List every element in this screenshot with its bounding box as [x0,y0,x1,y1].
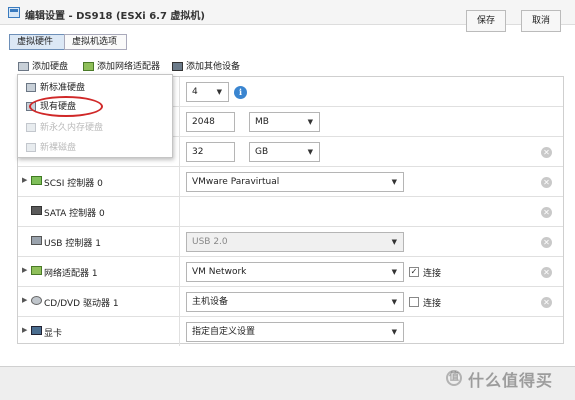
tab-vm-options[interactable]: 虚拟机选项 [64,34,127,50]
menu-item-new-standard-disk[interactable]: 新标准硬盘 [26,81,85,95]
watermark-logo-char: 值 [449,372,459,383]
menu-item-label: 新裸磁盘 [40,143,77,153]
remove-sata-icon[interactable]: ✕ [541,207,552,218]
expand-caret-icon[interactable]: ▶ [22,296,27,304]
usb-controller-row: USB 控制器 1 USB 2.0 ▼ ✕ [18,227,563,257]
network-adapter-icon [31,266,42,275]
vm-settings-icon [8,7,20,18]
cdrom-connect-checkbox[interactable] [409,297,419,307]
network-adapter-row: ▶ 网络适配器 1 VM Network ▼ ✓ 连接 ✕ [18,257,563,287]
memory-unit-select[interactable]: MB ▼ [249,112,320,132]
cancel-button[interactable]: 取消 [521,10,561,32]
video-card-row: ▶ 显卡 指定自定义设置 ▼ [18,317,563,347]
memory-size-input[interactable]: 2048 [186,112,235,132]
scsi-controller-icon [31,176,42,185]
expand-caret-icon[interactable]: ▶ [22,326,27,334]
cdrom-label: CD/DVD 驱动器 1 [44,299,119,309]
menu-item-label: 新永久内存硬盘 [40,123,104,133]
cdrom-connect-label: 连接 [423,299,442,309]
add-disk-button[interactable]: 添加硬盘 [18,60,68,74]
chevron-down-icon: ▼ [391,238,397,246]
remove-network-icon[interactable]: ✕ [541,267,552,278]
tab-virtual-hardware[interactable]: 虚拟硬件 [9,34,65,50]
watermark-logo-icon: 值 [446,370,462,386]
hard-disk-icon [26,83,36,92]
memory-unit-value: MB [255,117,269,127]
network-adapter-label: 网络适配器 1 [44,269,98,279]
network-value: VM Network [192,267,247,277]
chevron-down-icon: ▼ [307,148,313,156]
usb-controller-label: USB 控制器 1 [44,239,101,249]
window-title: 编辑设置 - DS918 (ESXi 6.7 虚拟机) [25,11,205,22]
video-settings-value: 指定自定义设置 [192,327,256,337]
usb-type-value: USB 2.0 [192,237,228,247]
cpu-count-value: 4 [192,87,198,97]
remove-scsi-icon[interactable]: ✕ [541,177,552,188]
hard-disk-icon [26,143,36,152]
video-card-label: 显卡 [44,329,63,339]
expand-caret-icon[interactable]: ▶ [22,176,27,184]
chevron-down-icon: ▼ [307,118,313,126]
cdrom-source-select[interactable]: 主机设备 ▼ [186,292,404,312]
add-network-adapter-button[interactable]: 添加网络适配器 [83,60,160,74]
network-adapter-icon [83,62,94,71]
disk-unit-select[interactable]: GB ▼ [249,142,320,162]
remove-disk-icon[interactable]: ✕ [541,147,552,158]
cdrom-source-value: 主机设备 [192,297,229,307]
save-button[interactable]: 保存 [466,10,506,32]
hard-disk-icon [18,62,29,71]
cd-dvd-icon [31,296,42,305]
add-disk-dropdown: 新标准硬盘 现有硬盘 新永久内存硬盘 新裸磁盘 [17,74,173,158]
cdrom-row: ▶ CD/DVD 驱动器 1 主机设备 ▼ 连接 ✕ [18,287,563,317]
scsi-controller-row: ▶ SCSI 控制器 0 VMware Paravirtual ▼ ✕ [18,167,563,197]
info-icon[interactable]: i [234,86,247,99]
sata-controller-icon [31,206,42,215]
sata-controller-label: SATA 控制器 0 [44,209,105,219]
menu-item-label: 新标准硬盘 [40,83,86,93]
sata-controller-row: SATA 控制器 0 ✕ [18,197,563,227]
disk-unit-value: GB [255,147,269,157]
chevron-down-icon: ▼ [391,298,397,306]
scsi-controller-label: SCSI 控制器 0 [44,179,103,189]
remove-cdrom-icon[interactable]: ✕ [541,297,552,308]
chevron-down-icon: ▼ [391,268,397,276]
menu-item-new-raw-disk: 新裸磁盘 [26,141,76,155]
chevron-down-icon: ▼ [391,328,397,336]
add-disk-label: 添加硬盘 [32,62,69,72]
remove-usb-icon[interactable]: ✕ [541,237,552,248]
expand-caret-icon[interactable]: ▶ [22,266,27,274]
watermark-text: 什么值得买 [468,371,554,390]
hard-disk-icon [26,123,36,132]
add-other-label: 添加其他设备 [186,62,241,72]
video-settings-select[interactable]: 指定自定义设置 ▼ [186,322,404,342]
usb-icon [31,236,42,245]
highlight-annotation-circle [29,96,103,117]
disk-size-input[interactable]: 32 [186,142,235,162]
monitor-icon [31,326,42,335]
add-other-device-button[interactable]: 添加其他设备 [172,60,240,74]
network-connect-checkbox[interactable]: ✓ [409,267,419,277]
device-icon [172,62,183,71]
scsi-type-value: VMware Paravirtual [192,177,280,187]
scsi-type-select[interactable]: VMware Paravirtual ▼ [186,172,404,192]
cpu-count-select[interactable]: 4 ▼ [186,82,229,102]
chevron-down-icon: ▼ [216,88,222,96]
menu-item-new-pmem-disk: 新永久内存硬盘 [26,121,103,135]
network-select[interactable]: VM Network ▼ [186,262,404,282]
network-connect-label: 连接 [423,269,442,279]
add-network-label: 添加网络适配器 [97,62,161,72]
usb-type-select: USB 2.0 ▼ [186,232,404,252]
chevron-down-icon: ▼ [391,178,397,186]
